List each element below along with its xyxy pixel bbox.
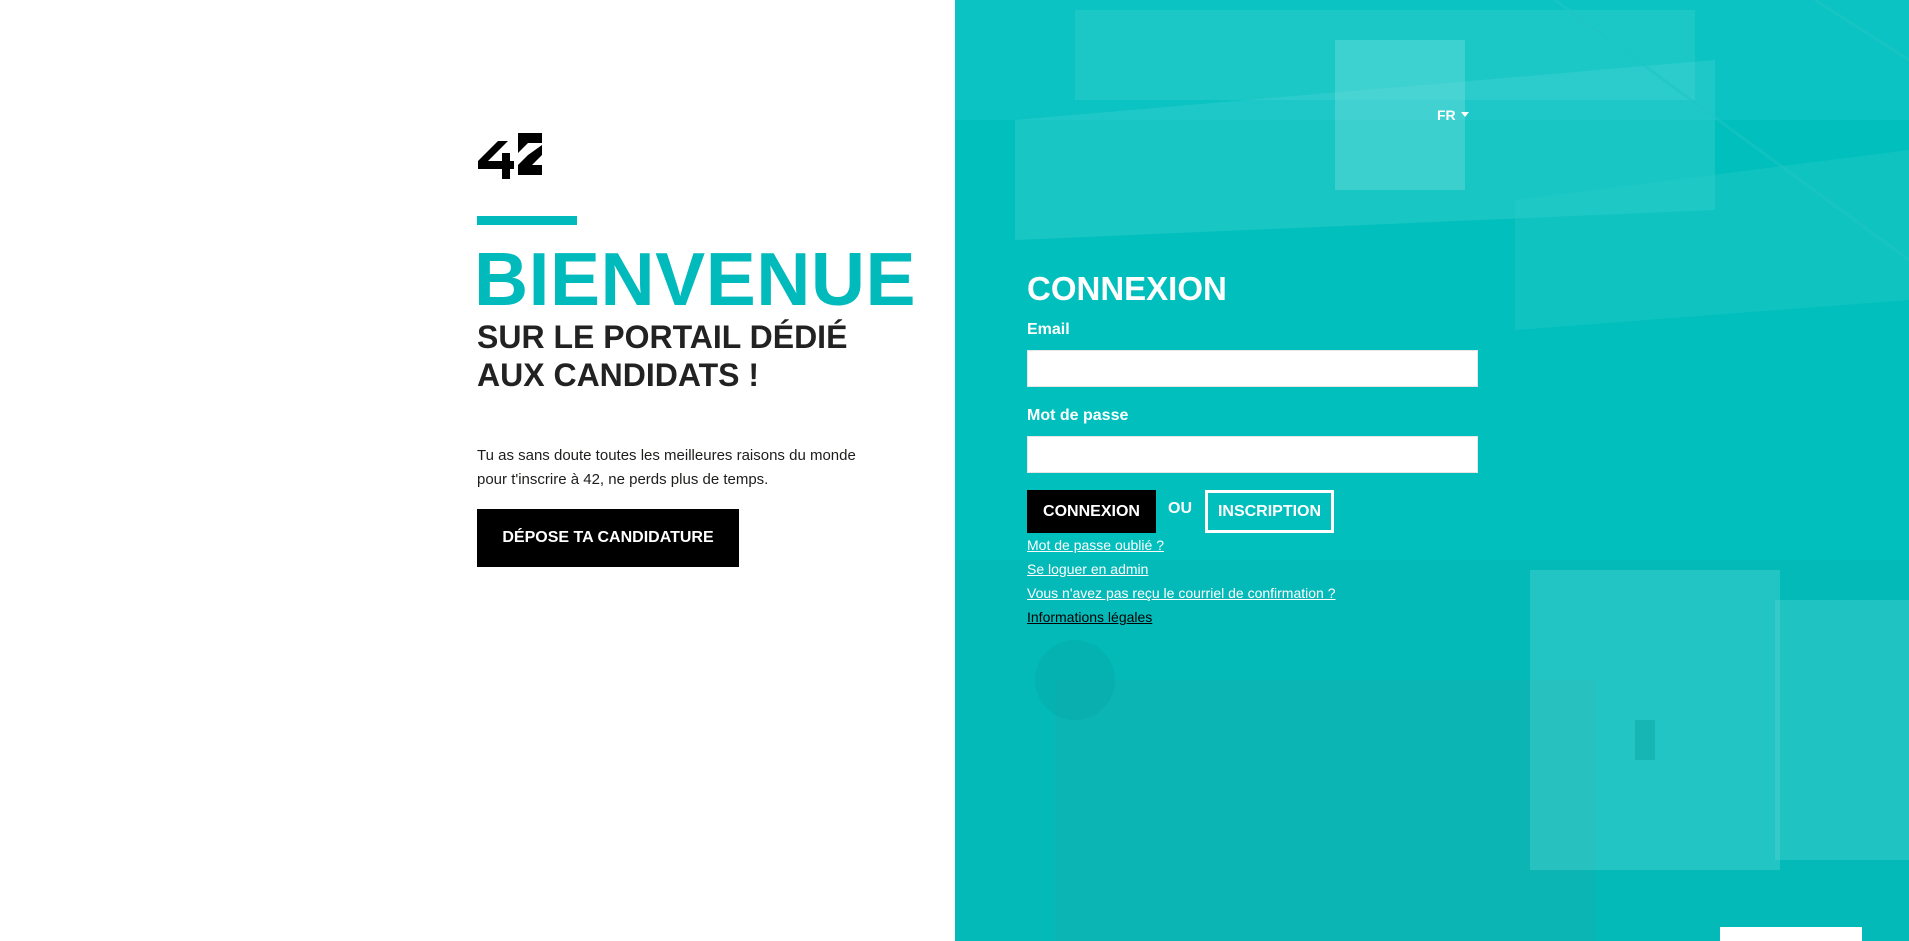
corner-widget[interactable] [1720, 927, 1862, 941]
email-input[interactable] [1027, 350, 1478, 387]
password-label: Mot de passe [1027, 407, 1129, 424]
admin-login-link[interactable]: Se loguer en admin [1027, 561, 1148, 577]
welcome-subtitle: SUR LE PORTAIL DÉDIÉ AUX CANDIDATS ! [477, 319, 848, 393]
email-label: Email [1027, 321, 1070, 338]
login-title: CONNEXION [1027, 270, 1227, 307]
welcome-title: BIENVENUE [474, 237, 917, 321]
caret-down-icon [1460, 111, 1469, 117]
apply-button[interactable]: DÉPOSE TA CANDIDATURE [477, 509, 739, 567]
resend-confirmation-link[interactable]: Vous n'avez pas reçu le courriel de conf… [1027, 585, 1336, 601]
forgot-password-link[interactable]: Mot de passe oublié ? [1027, 537, 1164, 553]
signup-button[interactable]: INSCRIPTION [1205, 490, 1334, 533]
accent-bar [477, 216, 577, 225]
language-selector[interactable]: FR [1437, 107, 1469, 123]
welcome-panel: BIENVENUE SUR LE PORTAIL DÉDIÉ AUX CANDI… [0, 0, 955, 941]
42-logo [478, 133, 542, 179]
or-separator: OU [1168, 500, 1192, 517]
intro-text: Tu as sans doute toutes les meilleures r… [477, 447, 856, 488]
login-button[interactable]: CONNEXION [1027, 490, 1156, 533]
legal-info-link[interactable]: Informations légales [1027, 609, 1152, 625]
password-input[interactable] [1027, 436, 1478, 473]
language-current: FR [1437, 107, 1456, 123]
